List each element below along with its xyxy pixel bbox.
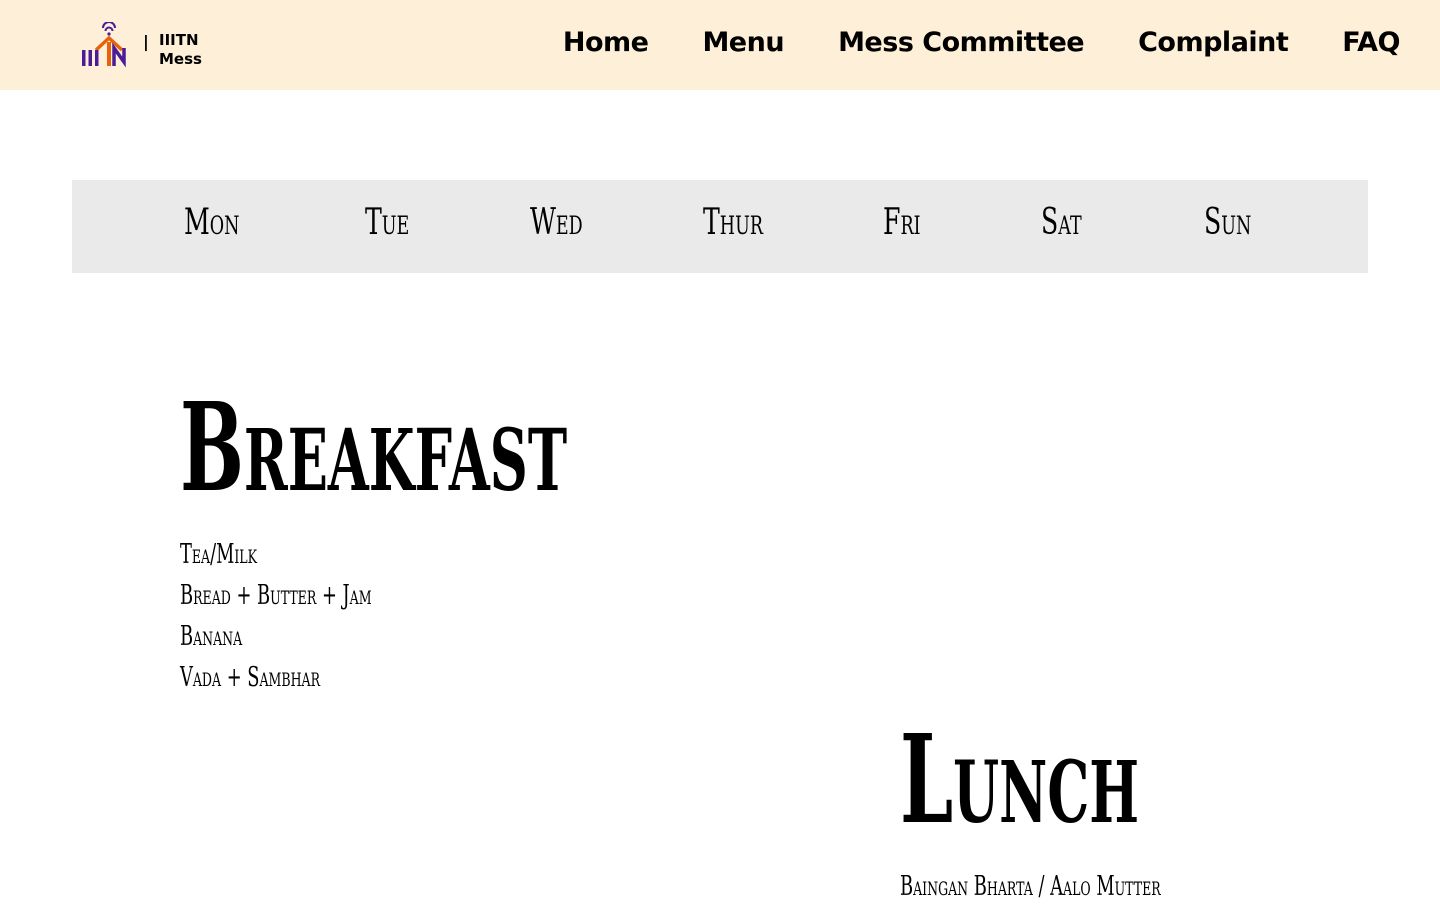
main-nav: Home Menu Mess Committee Complaint FAQ — [563, 27, 1401, 58]
tab-tue[interactable]: Tue — [365, 202, 409, 243]
breakfast-title: Breakfast — [180, 375, 568, 519]
day-tabs: Mon Tue Wed Thur Fri Sat Sun — [72, 180, 1368, 273]
tab-mon[interactable]: Mon — [184, 202, 239, 243]
breakfast-items: Tea/Milk Bread + Butter + Jam Banana Vad… — [180, 534, 470, 698]
lunch-item: Baingan Bharta / Aalo Mutter — [900, 871, 1161, 902]
breakfast-item: Banana — [180, 621, 243, 652]
nav-mess-committee[interactable]: Mess Committee — [838, 27, 1085, 58]
nav-complaint[interactable]: Complaint — [1138, 27, 1289, 58]
brand-text: IIITN Mess — [159, 31, 202, 69]
tab-thur[interactable]: Thur — [703, 202, 763, 243]
tab-sat[interactable]: Sat — [1041, 202, 1082, 243]
lunch-title: Lunch — [900, 707, 1140, 851]
brand-line-1: IIITN — [159, 31, 199, 49]
logo-icon — [82, 21, 126, 68]
breakfast-item: Bread + Butter + Jam — [180, 580, 372, 611]
breakfast-item: Tea/Milk — [180, 539, 258, 570]
nav-faq[interactable]: FAQ — [1342, 27, 1400, 58]
logo-separator: | — [143, 32, 149, 51]
nav-menu[interactable]: Menu — [702, 27, 784, 58]
lunch-items: Baingan Bharta / Aalo Mutter — [900, 866, 1295, 907]
navbar: | IIITN Mess Home Menu Mess Committee Co… — [0, 0, 1440, 90]
tab-sun[interactable]: Sun — [1204, 202, 1251, 243]
tab-fri[interactable]: Fri — [883, 202, 921, 243]
tab-wed[interactable]: Wed — [530, 202, 583, 243]
nav-home[interactable]: Home — [563, 27, 649, 58]
brand-line-2: Mess — [159, 50, 202, 68]
breakfast-item: Vada + Sambhar — [180, 662, 321, 693]
iiitn-logo[interactable] — [80, 21, 130, 68]
